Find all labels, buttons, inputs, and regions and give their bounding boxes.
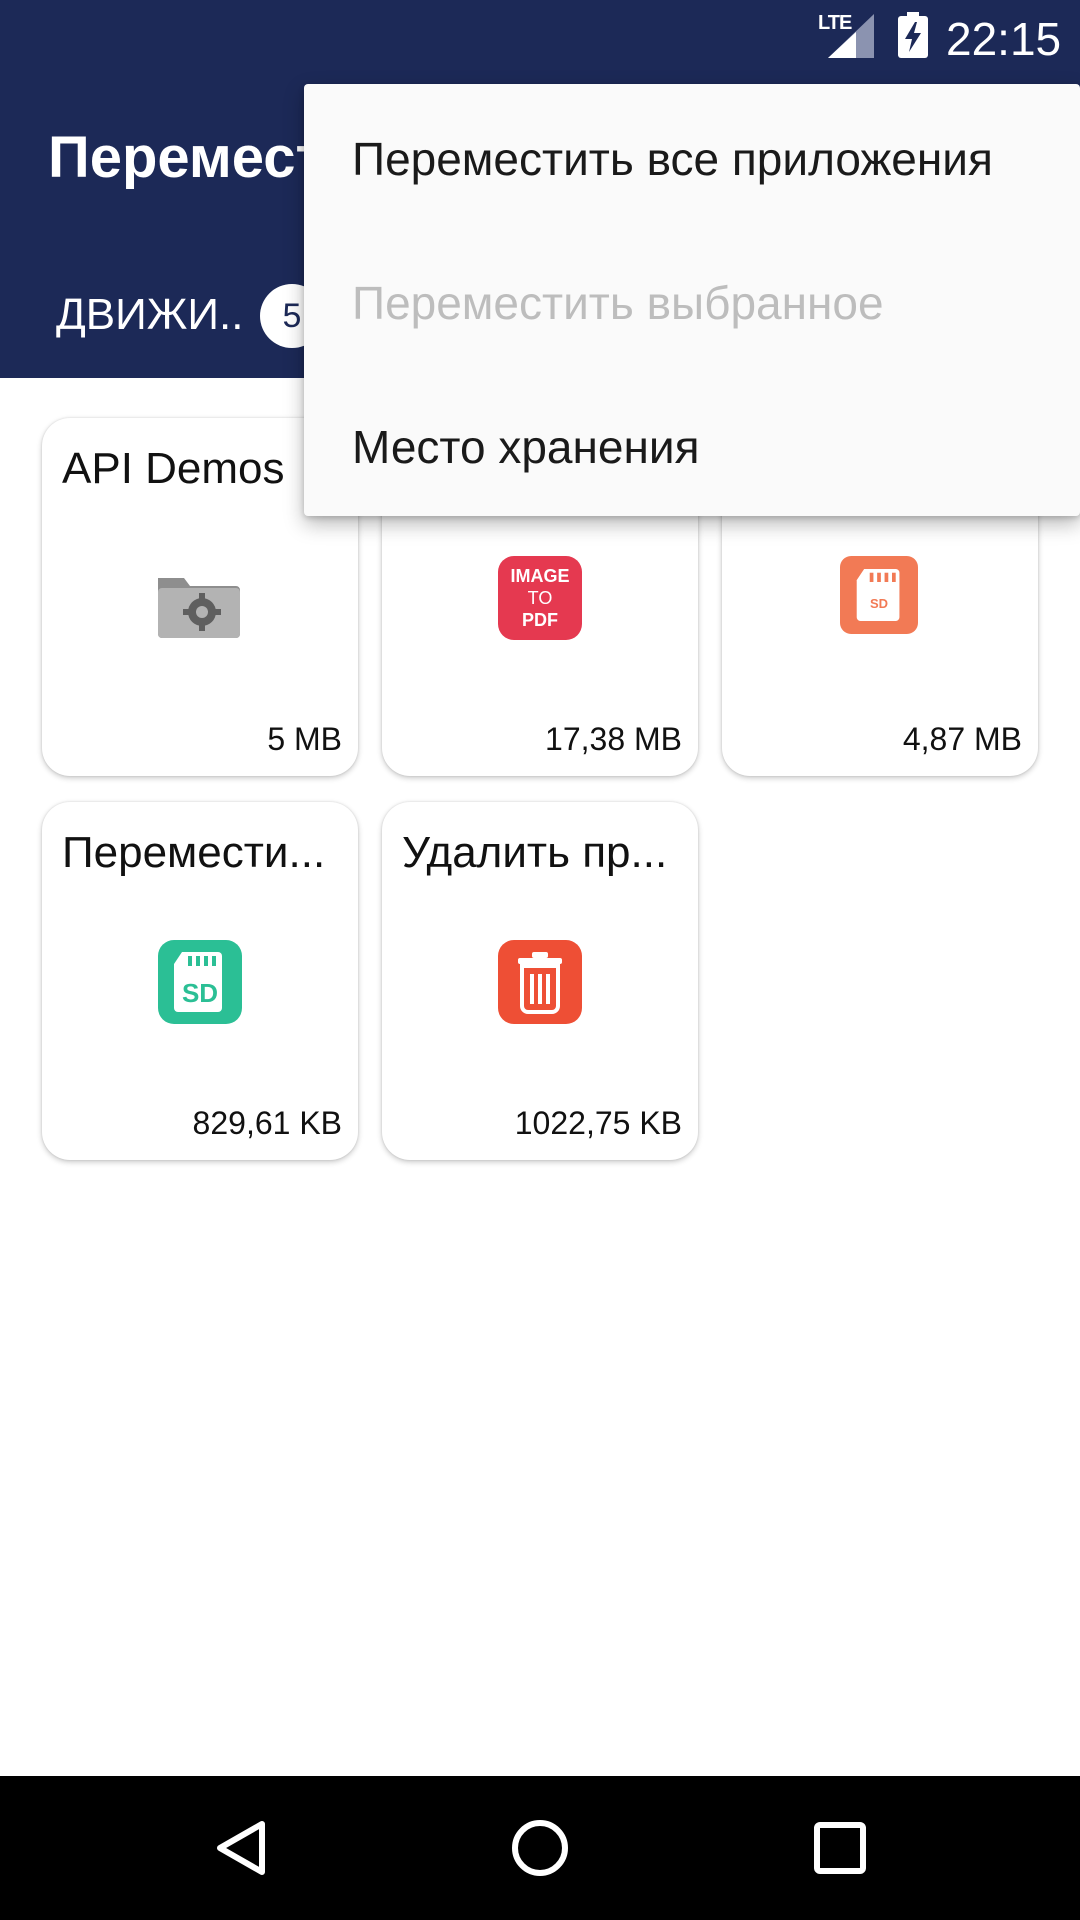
clock: 22:15 xyxy=(946,13,1062,65)
recents-icon xyxy=(814,1822,866,1874)
settings-folder-icon xyxy=(158,578,240,638)
app-size: 17,38 MB xyxy=(545,721,682,757)
navigation-bar xyxy=(0,1776,1080,1920)
overflow-menu: Переместить все приложения Переместить в… xyxy=(304,84,1080,516)
page-title: Перемест xyxy=(48,125,324,190)
sd-card-icon: SD xyxy=(158,940,242,1024)
icon-text: SD xyxy=(182,978,218,1008)
home-icon xyxy=(512,1820,568,1876)
network-type-label: LTE xyxy=(818,12,852,34)
icon-text: SD xyxy=(870,596,888,611)
status-bar: LTE 22:15 xyxy=(0,0,1080,75)
app-name: Перемести... xyxy=(62,828,326,877)
app-size: 829,61 KB xyxy=(192,1105,342,1141)
app-size: 5 MB xyxy=(267,721,342,757)
recents-button[interactable] xyxy=(768,1776,912,1920)
icon-text: IMAGE xyxy=(510,566,569,586)
app-name: Удалить пр... xyxy=(402,828,668,877)
sd-card-icon: SD xyxy=(840,556,918,634)
back-button[interactable] xyxy=(170,1776,314,1920)
app-name: API Demos xyxy=(62,444,285,493)
menu-item-storage-location[interactable]: Место хранения xyxy=(352,420,700,474)
app-card[interactable]: Перемести... SD 829,61 KB xyxy=(42,802,358,1160)
icon-text: PDF xyxy=(522,610,558,630)
home-button[interactable] xyxy=(468,1776,612,1920)
trash-icon xyxy=(498,940,582,1024)
tab-movable[interactable]: ДВИЖИ.. xyxy=(56,290,243,340)
icon-text: TO xyxy=(528,588,553,608)
battery-charging-icon xyxy=(898,12,928,58)
back-icon xyxy=(217,1821,265,1875)
app-size: 1022,75 KB xyxy=(514,1105,682,1141)
menu-item-move-selected[interactable]: Переместить выбранное xyxy=(352,276,884,330)
app-size: 4,87 MB xyxy=(902,721,1022,757)
app-card[interactable]: Удалить пр... 1022,75 KB xyxy=(382,802,698,1160)
menu-item-move-all[interactable]: Переместить все приложения xyxy=(352,132,993,186)
image-to-pdf-icon: IMAGE TO PDF xyxy=(498,556,582,640)
